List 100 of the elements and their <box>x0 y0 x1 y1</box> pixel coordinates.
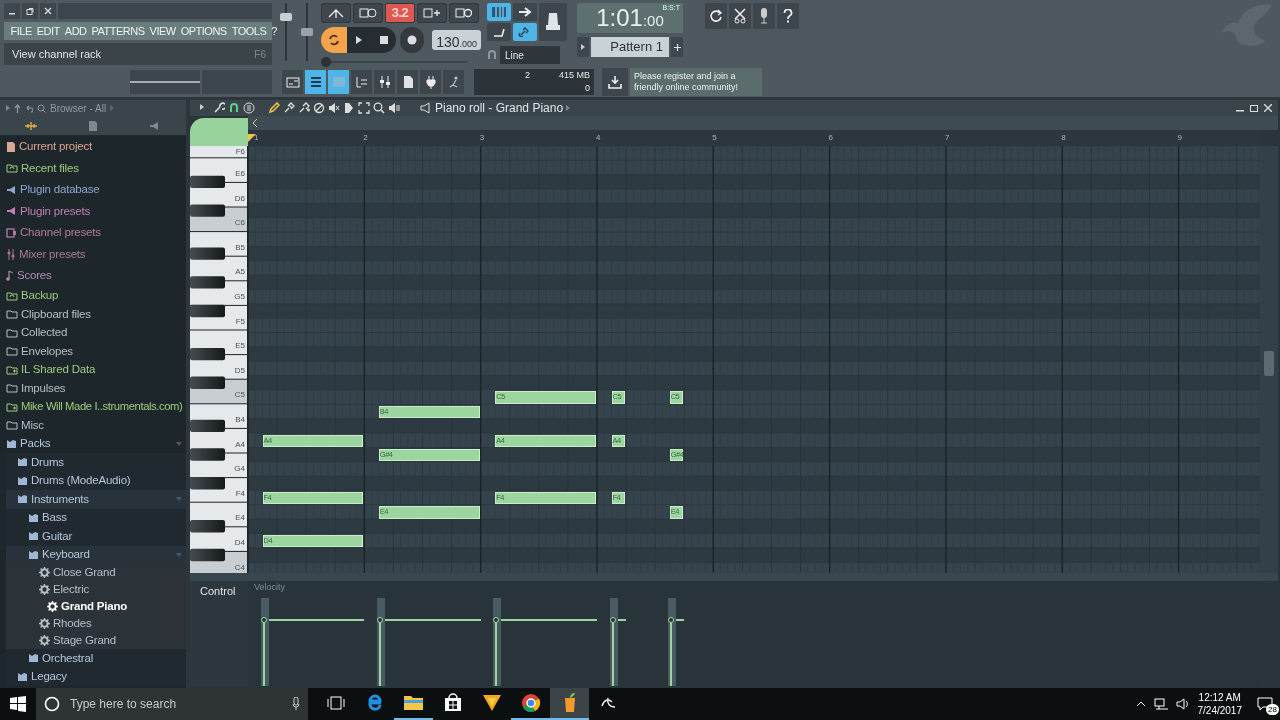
browser-item[interactable]: Misc <box>6 416 186 435</box>
brush-icon[interactable] <box>283 102 295 114</box>
snap-dropdown[interactable]: Line <box>500 46 560 64</box>
pattern-menu-button[interactable] <box>577 37 589 57</box>
browser-item[interactable]: Guitar <box>6 527 186 546</box>
add-pattern-button[interactable] <box>671 37 683 57</box>
list-icon[interactable] <box>243 102 255 114</box>
browser-item[interactable]: Impulses <box>6 379 186 398</box>
minimize-button[interactable] <box>4 3 20 19</box>
view-button[interactable] <box>397 69 418 94</box>
scroll-bar[interactable] <box>190 573 1278 581</box>
browser-item[interactable]: Drums <box>6 453 186 472</box>
circle-logo-icon <box>519 692 542 714</box>
master-knob-button[interactable] <box>539 3 567 41</box>
browser-item[interactable]: Electric <box>6 581 186 598</box>
browser-item[interactable]: Clipboard files <box>6 305 186 324</box>
browser-item[interactable]: Rhodes <box>6 615 186 632</box>
speaker-icon <box>6 206 17 217</box>
mute-icon[interactable] <box>328 102 340 114</box>
help-button[interactable] <box>777 3 799 29</box>
browser-item[interactable]: Mixer presets <box>6 243 186 265</box>
clock-date[interactable]: 7/24/2017 <box>1197 704 1242 717</box>
menu-item[interactable]: FILE <box>8 22 35 40</box>
search-box[interactable]: Type here to search <box>36 688 308 720</box>
news-message[interactable]: Please register and join a friendly online community! <box>630 67 762 96</box>
pattern-selector[interactable]: Pattern 1 <box>591 37 669 57</box>
clock-time[interactable]: 12:12 AM <box>1198 691 1241 704</box>
restore-button[interactable] <box>22 3 38 19</box>
magnet-icon[interactable] <box>228 102 240 114</box>
slider-thumb[interactable] <box>279 13 292 21</box>
menu-item[interactable]: ADD <box>62 22 90 40</box>
browser-item[interactable]: Channel presets <box>6 222 186 244</box>
scroll-bar[interactable] <box>1260 146 1278 573</box>
next-button[interactable] <box>513 3 537 21</box>
view-button[interactable] <box>420 69 441 94</box>
browser-item[interactable]: Instruments <box>6 490 186 509</box>
browser-item[interactable]: IL Shared Data <box>6 360 186 379</box>
folder-icon <box>6 401 18 412</box>
browser-item[interactable]: Backup <box>6 286 186 305</box>
menu-item[interactable]: TOOLS <box>229 22 269 40</box>
playhead-marker[interactable] <box>248 134 256 142</box>
menu-item[interactable]: PATTERNS <box>89 22 148 40</box>
piano-keyboard-drawing[interactable] <box>190 146 248 573</box>
browser-item[interactable]: Recent files <box>6 157 186 179</box>
control-label[interactable]: Control <box>200 583 236 600</box>
typing-button[interactable] <box>487 23 511 41</box>
browser-item[interactable]: Close Grand <box>6 564 186 581</box>
slice-icon[interactable] <box>343 102 355 114</box>
document-icon <box>6 141 16 153</box>
search-field[interactable]: Type here to search <box>68 694 284 714</box>
slider-thumb[interactable] <box>321 57 331 67</box>
select-icon[interactable] <box>358 102 370 114</box>
tool-tab[interactable] <box>190 118 248 146</box>
notifications-button[interactable]: 28 <box>1250 690 1280 718</box>
blend-button[interactable] <box>449 3 479 23</box>
wrench-icon[interactable] <box>213 102 225 114</box>
scroll-thumb[interactable] <box>1264 351 1274 376</box>
browser-item[interactable]: Orchestral <box>6 649 186 668</box>
browser-item[interactable]: Plugin presets <box>6 200 186 222</box>
note-grid[interactable] <box>248 146 1260 573</box>
record-button[interactable] <box>399 27 425 53</box>
reset-button[interactable] <box>705 3 727 29</box>
browser-item[interactable]: Plugin database <box>6 179 186 201</box>
browser-item[interactable]: Packs <box>6 434 186 453</box>
browser-item[interactable]: Envelopes <box>6 342 186 361</box>
slider-thumb[interactable] <box>300 28 313 36</box>
download-button[interactable] <box>602 67 628 96</box>
zoom-icon[interactable] <box>373 102 385 114</box>
wait-button[interactable] <box>353 3 383 23</box>
browser-item[interactable]: Current project <box>6 136 186 158</box>
view-button[interactable] <box>443 69 464 94</box>
tempo-display[interactable]: 130.000 <box>432 30 481 50</box>
delete-icon[interactable] <box>313 102 325 114</box>
pencil-icon[interactable] <box>268 102 280 114</box>
loop-record-button[interactable] <box>321 27 347 53</box>
close-button[interactable] <box>40 3 56 19</box>
key-label: C5 <box>234 390 245 400</box>
view-button[interactable] <box>351 69 372 94</box>
view-button[interactable] <box>374 69 395 94</box>
menu-item[interactable]: OPTIONS <box>178 22 230 40</box>
browser-item[interactable]: Scores <box>6 265 186 287</box>
play-button[interactable] <box>347 27 372 53</box>
view-button[interactable] <box>282 69 303 94</box>
view-button[interactable] <box>305 69 326 94</box>
menu-item[interactable]: EDIT <box>34 22 63 40</box>
browser-item[interactable]: Mike Will Made I..strumentals.com) <box>6 397 186 416</box>
playback-icon[interactable] <box>388 102 400 114</box>
brush-plus-icon[interactable] <box>298 102 310 114</box>
microphone-button[interactable] <box>753 3 775 29</box>
scroll-bar[interactable] <box>248 116 1278 130</box>
browser-item[interactable]: Stage Grand <box>6 632 186 649</box>
menu-item[interactable]: VIEW <box>147 22 179 40</box>
browser-item[interactable]: Collected <box>6 323 186 342</box>
metronome-button[interactable] <box>321 3 351 23</box>
menu-item[interactable]: ? <box>268 22 280 40</box>
step-button[interactable] <box>417 3 447 23</box>
stop-button[interactable] <box>371 27 396 53</box>
link-button[interactable] <box>513 23 537 41</box>
browser-item[interactable]: Grand Piano <box>6 598 186 615</box>
scissors-button[interactable] <box>729 3 751 29</box>
